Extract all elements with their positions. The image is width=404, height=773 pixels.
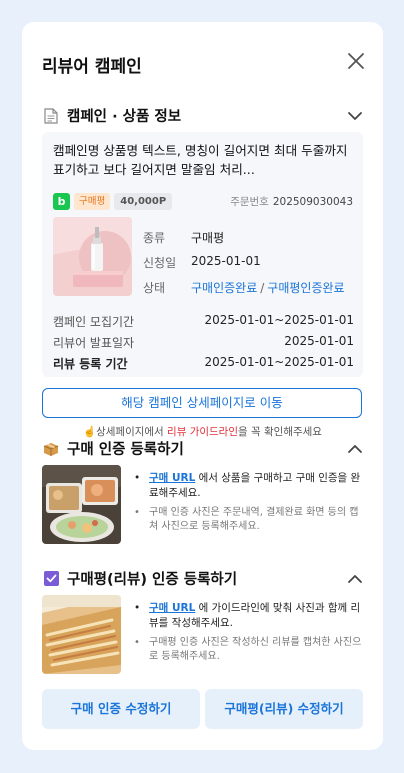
- chevron-up-icon[interactable]: [347, 441, 363, 457]
- notice-suffix: 을 꼭 확인해주세요: [238, 426, 322, 438]
- point-badge: 40,000P: [114, 192, 173, 210]
- badge-row: b 구매평 40,000P 주문번호 202509030043: [53, 192, 353, 210]
- info-key: 종류: [143, 231, 166, 245]
- modal-title: 리뷰어 캠페인: [42, 57, 142, 77]
- product-image: [53, 217, 132, 296]
- info-row-type: 종류 구매평: [143, 229, 224, 246]
- sub-bullet: •: [134, 637, 140, 648]
- info-value: 2025-01-01: [191, 254, 261, 268]
- period-key: 리뷰 등록 기간: [53, 357, 128, 371]
- status-review: 구매평인증완료: [267, 281, 345, 295]
- purchase-example-image: [42, 465, 121, 544]
- order-info: 주문번호 202509030043: [230, 194, 353, 209]
- order-number: 202509030043: [272, 195, 353, 208]
- order-label: 주문번호: [230, 195, 269, 208]
- campaign-name: 캠페인명 상품명 텍스트, 명칭이 길어지면 최대 두줄까지 표기하고 보다 길…: [53, 143, 348, 177]
- info-key: 신청일: [143, 256, 177, 270]
- campaign-detail-button[interactable]: 해당 캠페인 상세페이지로 이동: [42, 388, 362, 418]
- period-key: 캠페인 모집기간: [53, 315, 135, 329]
- review-example-image: [42, 595, 121, 674]
- info-value: 구매평: [191, 231, 225, 245]
- purchase-instruction: • 구매 URL 에서 상품을 구매하고 구매 인증을 완료해주세요.: [134, 471, 365, 500]
- review-sub-instruction: • 구매평 인증 사진은 작성하신 리뷰를 캡쳐한 사진으로 등록해주세요.: [134, 636, 365, 664]
- campaign-info-box: 캠페인명 상품명 텍스트, 명칭이 길어지면 최대 두줄까지 표기하고 보다 길…: [42, 132, 363, 377]
- checkbox-checked-icon: [42, 570, 60, 588]
- sub-bullet: •: [134, 507, 140, 518]
- purchase-sub-text: 구매 인증 사진은 주문내역, 결제완료 화면 등의 캡쳐 사진으로 등록해주세…: [149, 507, 359, 532]
- section-review-title: 구매평(리뷰) 인증 등록하기: [67, 572, 238, 588]
- status-value: 구매인증완료 / 구매평인증완료: [191, 279, 345, 296]
- period-row-announce: 리뷰어 발표일자 2025-01-01: [53, 334, 354, 351]
- document-icon: [42, 107, 60, 125]
- notice-highlight: 리뷰 가이드라인: [167, 426, 239, 438]
- bullet: •: [134, 602, 141, 614]
- status-purchase: 구매인증완료: [191, 281, 258, 295]
- period-value: 2025-01-01~2025-01-01: [204, 355, 354, 369]
- period-key: 리뷰어 발표일자: [53, 336, 135, 350]
- purchase-url-link[interactable]: 구매 URL: [149, 472, 195, 484]
- campaign-modal: 리뷰어 캠페인 캠페인 · 상품 정보 캠페인명 상품명 텍스트, 명칭이 길어…: [22, 22, 383, 750]
- review-sub-text: 구매평 인증 사진은 작성하신 리뷰를 캡쳐한 사진으로 등록해주세요.: [149, 637, 362, 662]
- section-info-title: 캠페인 · 상품 정보: [67, 109, 182, 125]
- chevron-up-icon[interactable]: [347, 571, 363, 587]
- package-icon: [42, 440, 60, 458]
- review-instruction: • 구매 URL 에 가이드라인에 맞춰 사진과 함께 리뷰를 작성해주세요.: [134, 601, 365, 630]
- guideline-notice: ☝️상세페이지에서 리뷰 가이드라인을 꼭 확인해주세요: [42, 424, 363, 439]
- purchase-sub-instruction: • 구매 인증 사진은 주문내역, 결제완료 화면 등의 캡쳐 사진으로 등록해…: [134, 506, 365, 534]
- chevron-down-icon[interactable]: [347, 108, 363, 124]
- type-badge: 구매평: [74, 192, 111, 210]
- section-purchase-title: 구매 인증 등록하기: [67, 442, 184, 458]
- edit-purchase-button[interactable]: 구매 인증 수정하기: [42, 689, 200, 729]
- close-icon[interactable]: [347, 52, 365, 70]
- bullet: •: [134, 472, 141, 484]
- period-row-review: 리뷰 등록 기간 2025-01-01~2025-01-01: [53, 355, 354, 372]
- notice-prefix: ☝️상세페이지에서: [83, 426, 168, 438]
- info-row-status: 상태 구매인증완료 / 구매평인증완료: [143, 279, 345, 296]
- period-value: 2025-01-01: [284, 334, 354, 348]
- info-row-date: 신청일 2025-01-01: [143, 254, 261, 271]
- section-purchase-header[interactable]: 구매 인증 등록하기: [42, 438, 363, 459]
- period-row-recruit: 캠페인 모집기간 2025-01-01~2025-01-01: [53, 313, 354, 330]
- platform-logo-icon: b: [53, 192, 70, 210]
- section-info-header[interactable]: 캠페인 · 상품 정보: [42, 105, 363, 126]
- edit-review-button[interactable]: 구매평(리뷰) 수정하기: [205, 689, 363, 729]
- period-value: 2025-01-01~2025-01-01: [204, 313, 354, 327]
- info-key: 상태: [143, 281, 166, 295]
- section-review-header[interactable]: 구매평(리뷰) 인증 등록하기: [42, 568, 363, 589]
- review-url-link[interactable]: 구매 URL: [149, 602, 195, 614]
- status-separator: /: [260, 281, 265, 295]
